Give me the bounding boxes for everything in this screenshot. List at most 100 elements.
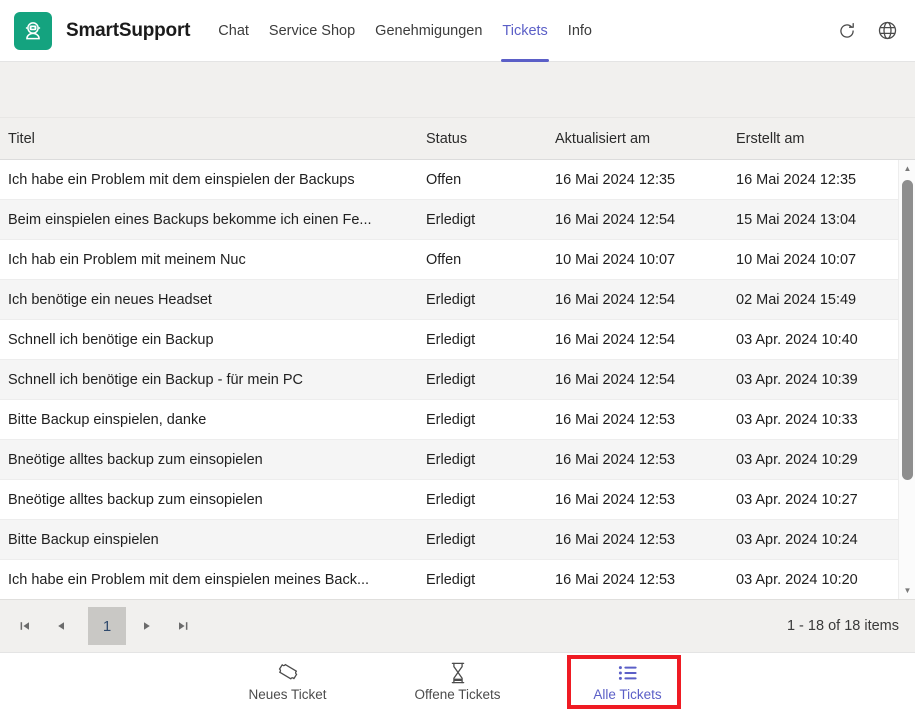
- cell-updated: 16 Mai 2024 12:54: [555, 211, 676, 228]
- refresh-button[interactable]: [835, 19, 859, 43]
- table-row[interactable]: Bneötige alltes backup zum einsopielen Er…: [0, 480, 898, 520]
- column-header-aktualisiert-am[interactable]: Aktualisiert am: [547, 131, 728, 147]
- cell-created: 03 Apr. 2024 10:29: [736, 451, 858, 468]
- table-row[interactable]: Ich hab ein Problem mit meinem Nuc Offen 1…: [0, 240, 898, 280]
- list-icon: [615, 661, 641, 685]
- grid-vertical-scrollbar[interactable]: ▲ ▼: [898, 160, 915, 599]
- grid-toolbar: [0, 62, 915, 118]
- bottom-navigation-bar: Neues Ticket Offene Tickets Alle Tickets: [0, 652, 915, 709]
- cell-created: 16 Mai 2024 12:35: [736, 171, 857, 188]
- cell-status: Erledigt: [426, 371, 476, 388]
- cell-status: Erledigt: [426, 291, 476, 308]
- cell-updated: 16 Mai 2024 12:53: [555, 451, 676, 468]
- cell-status: Offen: [426, 251, 462, 268]
- cell-status: Offen: [426, 171, 462, 188]
- pager-first-button[interactable]: [10, 611, 40, 641]
- pager-next-button[interactable]: [132, 611, 162, 641]
- nav-tab-service-shop[interactable]: Service Shop: [259, 0, 365, 62]
- scroll-down-arrow-icon[interactable]: ▼: [899, 582, 915, 599]
- top-navigation-bar: SmartSupport Chat Service Shop Genehmigu…: [0, 0, 915, 62]
- pager-prev-button[interactable]: [46, 611, 76, 641]
- first-page-icon: [20, 622, 29, 630]
- next-page-icon: [144, 622, 150, 630]
- table-row[interactable]: Ich habe ein Problem mit dem einspielen …: [0, 160, 898, 200]
- cell-updated: 16 Mai 2024 12:53: [555, 411, 676, 428]
- table-row[interactable]: Bneötige alltes backup zum einsopielen Er…: [0, 440, 898, 480]
- grid-rows: Ich habe ein Problem mit dem einspielen …: [0, 160, 898, 599]
- pager-last-button[interactable]: [168, 611, 198, 641]
- hourglass-icon: [445, 661, 471, 685]
- bottom-nav-neues-ticket-label: Neues Ticket: [248, 686, 327, 702]
- cell-status: Erledigt: [426, 331, 476, 348]
- nav-tab-service-shop-label: Service Shop: [268, 22, 356, 39]
- cell-title: Schnell ich benötige ein Backup - für me…: [8, 371, 303, 388]
- cell-updated: 16 Mai 2024 12:53: [555, 531, 676, 548]
- ticket-icon: [275, 661, 301, 685]
- nav-tab-tickets[interactable]: Tickets: [492, 0, 557, 62]
- globe-icon: [878, 21, 896, 40]
- cell-created: 02 Mai 2024 15:49: [736, 291, 857, 308]
- cell-status: Erledigt: [426, 491, 476, 508]
- cell-updated: 16 Mai 2024 12:53: [555, 491, 676, 508]
- bottom-nav-offene-tickets[interactable]: Offene Tickets: [373, 653, 543, 709]
- nav-tab-genehmigungen-label: Genehmigungen: [375, 22, 483, 39]
- cell-created: 03 Apr. 2024 10:33: [736, 411, 858, 428]
- table-row[interactable]: Bitte Backup einspielen Erledigt 16 Mai 20…: [0, 520, 898, 560]
- nav-tab-chat[interactable]: Chat: [208, 0, 259, 62]
- cell-created: 15 Mai 2024 13:04: [736, 211, 857, 228]
- cell-created: 10 Mai 2024 10:07: [736, 251, 857, 268]
- language-button[interactable]: [875, 19, 899, 43]
- cell-title: Bneötige alltes backup zum einsopielen: [8, 451, 263, 468]
- nav-tab-chat-label: Chat: [218, 22, 249, 39]
- cell-title: Ich benötige ein neues Headset: [8, 291, 212, 308]
- column-header-erstellt-am[interactable]: Erstellt am: [728, 131, 898, 147]
- cell-title: Ich habe ein Problem mit dem einspielen …: [8, 171, 355, 188]
- table-row[interactable]: Beim einspielen eines Backups bekomme ic…: [0, 200, 898, 240]
- app-root: SmartSupport Chat Service Shop Genehmigu…: [0, 0, 915, 709]
- nav-tab-tickets-label: Tickets: [502, 22, 548, 39]
- last-page-icon: [179, 622, 188, 630]
- grid-body: Ich habe ein Problem mit dem einspielen …: [0, 160, 915, 599]
- column-header-status[interactable]: Status: [418, 131, 547, 147]
- pager-item-count: 1 - 18 of 18 items: [786, 618, 899, 634]
- bottom-nav-alle-tickets-label: Alle Tickets: [593, 686, 662, 702]
- table-row[interactable]: Schnell ich benötige ein Backup Erledigt 1…: [0, 320, 898, 360]
- table-row[interactable]: Ich habe ein Problem mit dem einspielen …: [0, 560, 898, 599]
- scroll-up-arrow-icon[interactable]: ▲: [899, 160, 915, 177]
- column-header-titel[interactable]: Titel: [0, 131, 418, 147]
- cell-created: 03 Apr. 2024 10:20: [736, 571, 858, 588]
- grid-header-row: Titel Status Aktualisiert am Erstellt am: [0, 118, 915, 160]
- cell-created: 03 Apr. 2024 10:40: [736, 331, 858, 348]
- nav-tab-info[interactable]: Info: [558, 0, 602, 62]
- cell-title: Ich habe ein Problem mit dem einspielen …: [8, 571, 370, 588]
- cell-title: Ich hab ein Problem mit meinem Nuc: [8, 251, 246, 268]
- cell-updated: 16 Mai 2024 12:35: [555, 171, 676, 188]
- cell-updated: 16 Mai 2024 12:53: [555, 571, 676, 588]
- cell-created: 03 Apr. 2024 10:24: [736, 531, 858, 548]
- pager-page-1[interactable]: 1: [88, 607, 126, 645]
- cell-title: Beim einspielen eines Backups bekomme ic…: [8, 211, 372, 228]
- table-row[interactable]: Bitte Backup einspielen, danke Erledigt 16…: [0, 400, 898, 440]
- bottom-nav-alle-tickets[interactable]: Alle Tickets: [543, 653, 713, 709]
- scrollbar-thumb[interactable]: [902, 180, 913, 480]
- table-row[interactable]: Schnell ich benötige ein Backup - für me…: [0, 360, 898, 400]
- cell-created: 03 Apr. 2024 10:39: [736, 371, 858, 388]
- table-row[interactable]: Ich benötige ein neues Headset Erledigt 16…: [0, 280, 898, 320]
- grid-pager: 1 1 - 18 of 18 items: [0, 599, 915, 652]
- cell-updated: 16 Mai 2024 12:54: [555, 371, 676, 388]
- bottom-nav-neues-ticket[interactable]: Neues Ticket: [203, 653, 373, 709]
- cell-title: Bitte Backup einspielen: [8, 531, 159, 548]
- cell-title: Bneötige alltes backup zum einsopielen: [8, 491, 263, 508]
- prev-page-icon: [58, 622, 64, 630]
- cell-status: Erledigt: [426, 451, 476, 468]
- refresh-icon: [840, 22, 854, 38]
- app-logo: [14, 11, 52, 50]
- cell-status: Erledigt: [426, 411, 476, 428]
- cell-updated: 10 Mai 2024 10:07: [555, 251, 676, 268]
- nav-tab-genehmigungen[interactable]: Genehmigungen: [365, 0, 492, 62]
- cell-updated: 16 Mai 2024 12:54: [555, 331, 676, 348]
- cell-title: Schnell ich benötige ein Backup: [8, 331, 214, 348]
- cell-status: Erledigt: [426, 531, 476, 548]
- cell-status: Erledigt: [426, 211, 476, 228]
- cell-title: Bitte Backup einspielen, danke: [8, 411, 207, 428]
